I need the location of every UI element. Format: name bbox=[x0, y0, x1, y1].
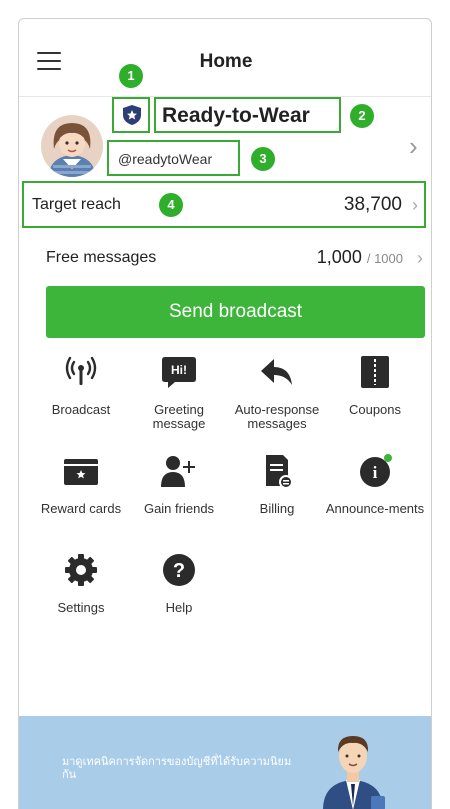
feature-label: Gain friends bbox=[143, 501, 215, 516]
feature-label: Settings bbox=[57, 600, 105, 615]
greeting-icon-text: Hi! bbox=[171, 363, 187, 377]
step-marker-2: 2 bbox=[350, 104, 374, 128]
broadcast-icon bbox=[65, 356, 97, 385]
target-reach-row[interactable]: Target reach 38,700 › bbox=[22, 181, 426, 228]
feature-announcements[interactable]: i Announce-ments bbox=[325, 453, 425, 516]
page-title: Home bbox=[199, 51, 253, 72]
feature-label: Greeting message bbox=[152, 402, 206, 431]
banner-text: มาดูเทคนิคการจัดการของบัญชีที่ได้รับความ… bbox=[62, 756, 292, 781]
help-icon: ? bbox=[163, 554, 195, 586]
free-messages-label: Free messages bbox=[46, 249, 157, 266]
target-reach-value: 38,700 bbox=[343, 194, 402, 215]
target-reach-label: Target reach bbox=[32, 196, 121, 213]
promo-banner[interactable]: มาดูเทคนิคการจัดการของบัญชีที่ได้รับความ… bbox=[19, 716, 431, 809]
feature-broadcast[interactable]: Broadcast bbox=[31, 354, 131, 417]
gear-icon bbox=[65, 554, 97, 586]
feature-label: Billing bbox=[259, 501, 295, 516]
step-marker-4: 4 bbox=[159, 193, 183, 217]
feature-label: Coupons bbox=[348, 402, 402, 417]
feature-billing[interactable]: Billing bbox=[227, 453, 327, 516]
help-icon-text: ? bbox=[173, 560, 185, 582]
account-name: Ready-to-Wear bbox=[162, 104, 310, 127]
free-messages-limit: / 1000 bbox=[366, 251, 403, 266]
send-broadcast-button[interactable]: Send broadcast bbox=[46, 286, 425, 338]
name-highlight: Ready-to-Wear bbox=[154, 97, 341, 133]
feature-label: Reward cards bbox=[40, 501, 122, 516]
add-friend-icon bbox=[161, 456, 195, 487]
feature-auto-response[interactable]: Auto-response messages bbox=[227, 354, 327, 431]
app-screen: Home 1 Ready-to-Wear 2 @readytoWear 3 › … bbox=[18, 18, 432, 809]
reward-card-icon bbox=[64, 459, 98, 485]
badge-highlight bbox=[112, 97, 150, 133]
greeting-message-icon: Hi! bbox=[162, 357, 196, 388]
handle-highlight: @readytoWear bbox=[107, 140, 240, 176]
feature-label: Help bbox=[165, 600, 193, 615]
feature-gain-friends[interactable]: Gain friends bbox=[129, 453, 229, 516]
avatar[interactable] bbox=[41, 115, 103, 177]
businessman-illustration bbox=[323, 736, 385, 809]
free-messages-row[interactable]: Free messages 1,000 / 1000 › bbox=[19, 237, 431, 279]
auto-response-icon bbox=[261, 359, 292, 385]
feature-reward-cards[interactable]: Reward cards bbox=[31, 453, 131, 516]
free-messages-count: 1,000 bbox=[316, 247, 362, 267]
coupon-icon bbox=[361, 356, 389, 388]
feature-coupons[interactable]: Coupons bbox=[325, 354, 425, 417]
chevron-right-icon: › bbox=[417, 248, 423, 268]
feature-greeting-message[interactable]: Hi! Greeting message bbox=[129, 354, 229, 431]
feature-help[interactable]: ? Help bbox=[129, 552, 229, 615]
announcement-icon-text: i bbox=[373, 463, 378, 482]
top-bar: Home bbox=[19, 19, 431, 97]
billing-icon bbox=[266, 455, 293, 489]
step-marker-3: 3 bbox=[251, 147, 275, 171]
account-handle: @readytoWear bbox=[118, 151, 213, 167]
step-marker-1: 1 bbox=[119, 64, 143, 88]
feature-label: Broadcast bbox=[51, 402, 111, 417]
chevron-right-icon: › bbox=[412, 195, 418, 215]
feature-label: Announce-ments bbox=[325, 501, 425, 516]
feature-label: Auto-response messages bbox=[234, 402, 320, 431]
announcement-icon: i bbox=[360, 454, 392, 487]
profile-chevron-icon[interactable]: › bbox=[409, 131, 418, 162]
free-messages-value: 1,000 / 1000 bbox=[317, 247, 403, 268]
verified-shield-icon bbox=[123, 105, 141, 125]
feature-settings[interactable]: Settings bbox=[31, 552, 131, 615]
